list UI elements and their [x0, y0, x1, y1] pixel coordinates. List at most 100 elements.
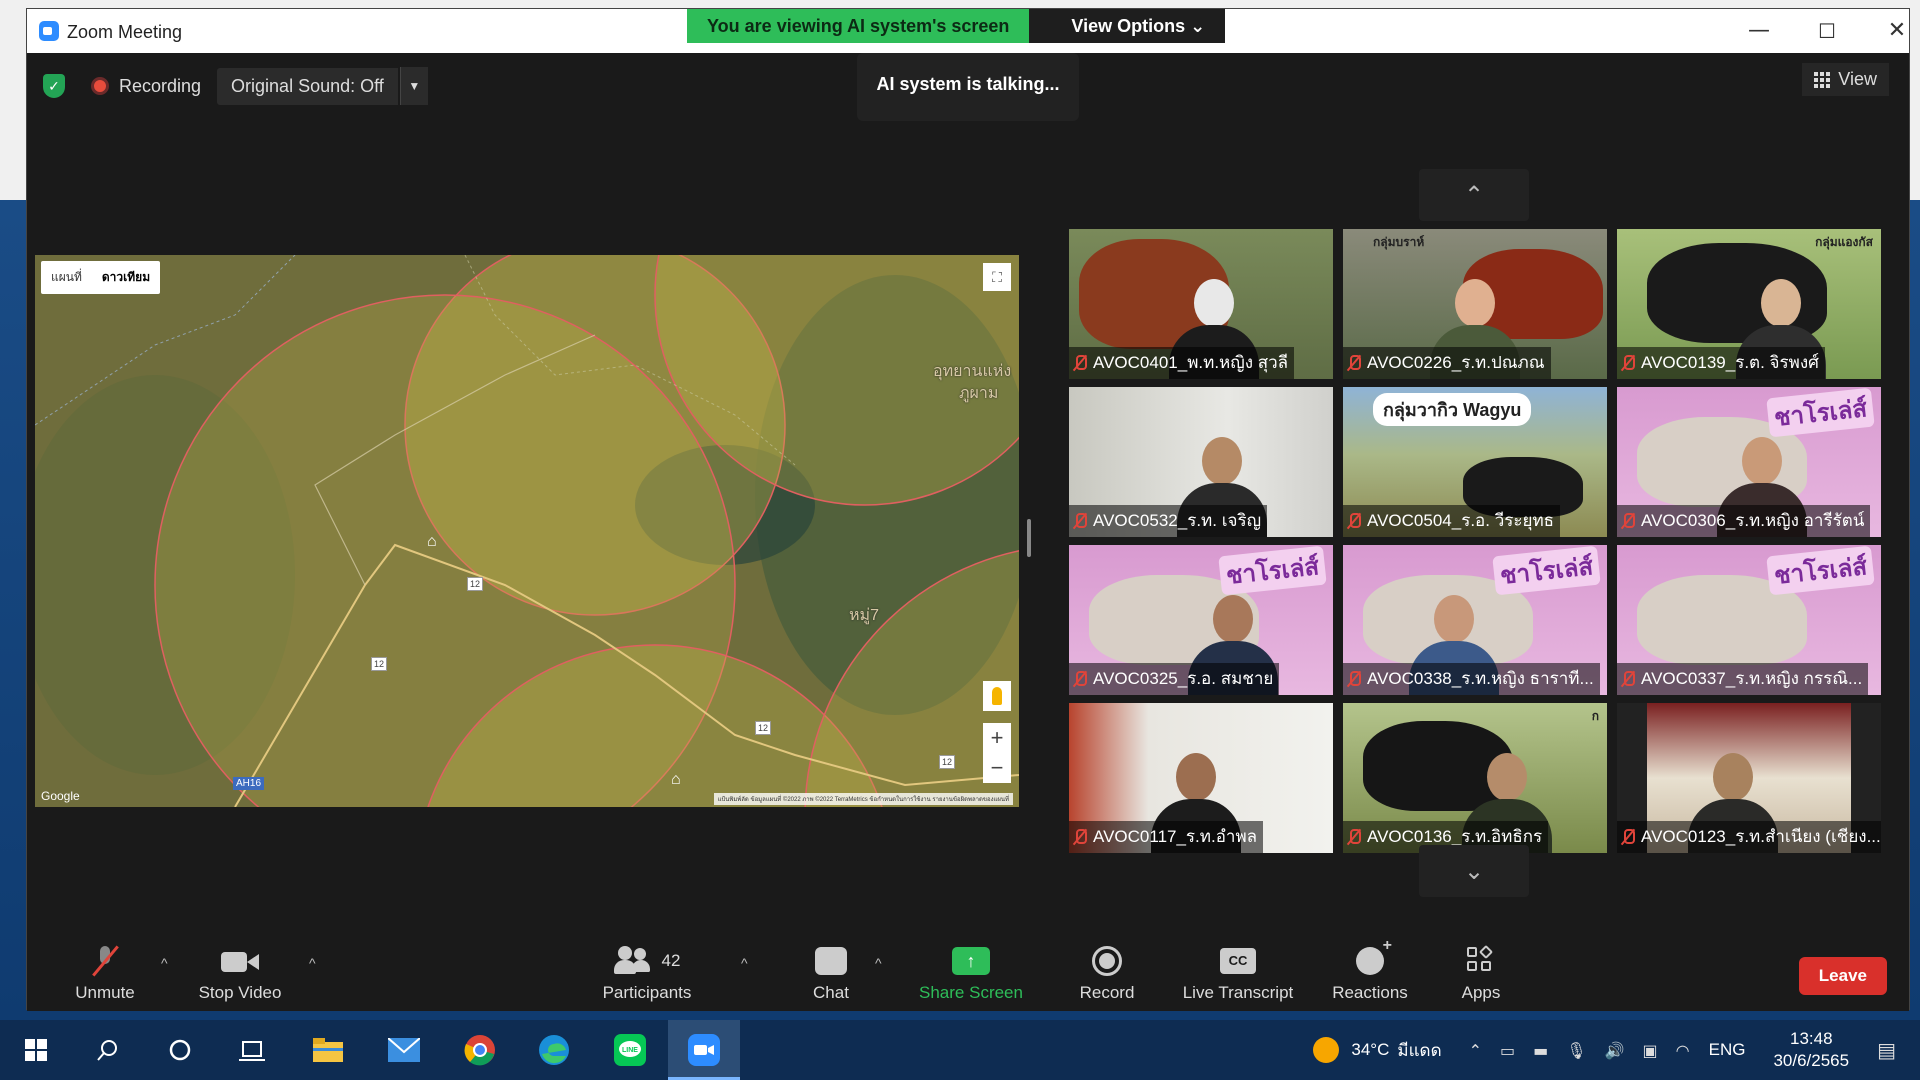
participant-name-label: AVOC0226_ร.ท.ปณภณ	[1343, 347, 1551, 379]
participant-tile[interactable]: ชาโรเล่ส์ AVOC0306_ร.ท.หญิง อารีรัตน์	[1617, 387, 1881, 537]
view-button[interactable]: View	[1802, 63, 1889, 96]
microphone-icon[interactable]: 🎙	[1566, 1041, 1586, 1060]
search-icon[interactable]	[88, 1030, 128, 1070]
live-transcript-button[interactable]: CC Live Transcript	[1173, 943, 1303, 1003]
wifi-icon[interactable]: ◠	[1676, 1041, 1690, 1060]
viewing-screen-label: You are viewing AI system's screen	[687, 9, 1030, 43]
line-app-icon[interactable]: LINE	[610, 1030, 650, 1070]
zoom-taskbar-icon[interactable]	[684, 1030, 724, 1070]
share-screen-button[interactable]: ↑ Share Screen	[911, 943, 1031, 1003]
participant-tile[interactable]: ก AVOC0136_ร.ท.อิทธิกร	[1343, 703, 1607, 853]
show-hidden-icons[interactable]: ⌃	[1469, 1041, 1482, 1060]
participant-tile[interactable]: กลุ่มวากิว Wagyu AVOC0504_ร.อ. วีระยุทธ	[1343, 387, 1607, 537]
meeting-toolbar: Unmute ^ Stop Video ^ 42 Participants ^ …	[27, 935, 1909, 1011]
leave-button[interactable]: Leave	[1798, 957, 1887, 995]
road-marker: 12	[371, 657, 388, 671]
zoom-window: Zoom Meeting — ☐ ✕ You are viewing AI sy…	[26, 8, 1910, 1011]
chevron-down-icon: ⌄	[1190, 16, 1206, 36]
zoom-in-button[interactable]: +	[983, 723, 1011, 753]
mic-muted-icon	[1621, 670, 1635, 688]
zoom-out-button[interactable]: −	[983, 753, 1011, 783]
participant-tile[interactable]: AVOC0117_ร.ท.อำพล	[1069, 703, 1333, 853]
map-zoom-controls: + −	[983, 723, 1011, 783]
shared-map[interactable]: แผนที่ ดาวเทียม ⛶ อุทยานแห่ง ภูผาม หมู่7…	[35, 255, 1019, 807]
file-explorer-icon[interactable]	[308, 1030, 348, 1070]
participant-name-label: AVOC0338_ร.ท.หญิง ธาราที...	[1343, 663, 1600, 695]
participant-tile[interactable]: ชาโรเล่ส์ AVOC0337_ร.ท.หญิง กรรณิ...	[1617, 545, 1881, 695]
participant-tile[interactable]: ชาโรเล่ส์ AVOC0325_ร.อ. สมชาย	[1069, 545, 1333, 695]
participant-name-label: AVOC0504_ร.อ. วีระยุทธ	[1343, 505, 1561, 537]
mic-muted-icon	[1347, 670, 1361, 688]
window-title: Zoom Meeting	[67, 22, 183, 42]
volume-icon[interactable]: 🔊	[1605, 1041, 1625, 1060]
view-options-button[interactable]: View Options ⌄	[1029, 9, 1226, 43]
map-place-label: หมู่7	[849, 607, 879, 624]
participants-options-caret[interactable]: ^	[741, 955, 748, 971]
chat-label: Chat	[813, 983, 849, 1002]
map-overlay	[35, 255, 1019, 807]
close-button[interactable]: ✕	[1869, 15, 1920, 47]
map-terms[interactable]: แป้นพิมพ์ลัด ข้อมูลแผนที่ ©2022 ภาพ ©202…	[713, 793, 1013, 805]
mic-muted-icon	[1073, 512, 1087, 530]
participant-tile[interactable]: กลุ่มแองกัส AVOC0139_ร.ต. จิรพงศ์	[1617, 229, 1881, 379]
clock-time: 13:48	[1790, 1029, 1833, 1048]
recording-label[interactable]: Recording	[119, 76, 201, 97]
gallery-page-up-button[interactable]: ⌃	[1419, 169, 1529, 221]
clock-date: 30/6/2565	[1773, 1051, 1850, 1070]
security-shield-icon[interactable]: ✓	[43, 74, 65, 98]
record-button[interactable]: Record	[1057, 943, 1157, 1003]
home-icon: ⌂	[427, 533, 437, 550]
recording-indicator-icon	[91, 77, 109, 95]
windows-start-icon[interactable]	[16, 1030, 56, 1070]
reactions-button[interactable]: Reactions	[1317, 937, 1423, 1003]
minimize-button[interactable]: —	[1731, 15, 1787, 47]
task-view-icon[interactable]	[232, 1030, 272, 1070]
temperature[interactable]: 34°C	[1351, 1040, 1389, 1060]
edge-icon[interactable]	[534, 1030, 574, 1070]
original-sound-button[interactable]: Original Sound: Off	[217, 67, 398, 105]
video-options-caret[interactable]: ^	[309, 955, 316, 971]
share-screen-label: Share Screen	[919, 983, 1023, 1002]
participant-name-label: AVOC0532_ร.ท. เจริญ	[1069, 505, 1268, 537]
participant-tile[interactable]: AVOC0123_ร.ท.สำเนียง (เชียง...	[1617, 703, 1881, 853]
talking-indicator: AI system is talking...	[857, 53, 1079, 121]
unmute-button[interactable]: Unmute	[57, 943, 153, 1003]
grid-view-icon	[1814, 71, 1831, 88]
input-language[interactable]: ENG	[1709, 1040, 1746, 1060]
participant-tile[interactable]: ชาโรเล่ส์ AVOC0338_ร.ท.หญิง ธาราที...	[1343, 545, 1607, 695]
stop-video-button[interactable]: Stop Video	[185, 943, 295, 1003]
participants-label: Participants	[602, 983, 692, 1002]
clock[interactable]: 13:48 30/6/2565	[1773, 1028, 1849, 1072]
participant-tile[interactable]: AVOC0532_ร.ท. เจริญ	[1069, 387, 1333, 537]
chat-options-caret[interactable]: ^	[875, 955, 882, 971]
mail-icon[interactable]	[384, 1030, 424, 1070]
view-label: View	[1838, 69, 1877, 89]
cortana-icon[interactable]	[160, 1030, 200, 1070]
weather-condition[interactable]: มีแดด	[1397, 1037, 1441, 1064]
gallery-page-down-button[interactable]: ⌄	[1419, 845, 1529, 897]
tab-satellite[interactable]: ดาวเทียม	[92, 261, 160, 294]
participant-tile[interactable]: กลุ่มบราห์ AVOC0226_ร.ท.ปณภณ	[1343, 229, 1607, 379]
participants-button[interactable]: 42 Participants	[587, 943, 707, 1003]
maximize-button[interactable]: ☐	[1799, 15, 1855, 47]
audio-options-caret[interactable]: ^	[161, 955, 168, 971]
chat-button[interactable]: Chat	[791, 943, 871, 1003]
street-view-pegman-icon[interactable]	[983, 681, 1011, 711]
original-sound-dropdown[interactable]: ▼	[399, 67, 428, 105]
fullscreen-icon[interactable]: ⛶	[983, 263, 1011, 291]
reactions-label: Reactions	[1332, 983, 1408, 1002]
road-marker: 12	[755, 721, 772, 735]
security-icon[interactable]: ▣	[1643, 1041, 1658, 1060]
battery-icon[interactable]: ▬	[1533, 1041, 1548, 1060]
participant-tile[interactable]: AVOC0401_พ.ท.หญิง สุวลี	[1069, 229, 1333, 379]
notifications-icon[interactable]: ▤	[1877, 1038, 1896, 1062]
tab-map[interactable]: แผนที่	[41, 261, 92, 294]
meet-now-icon[interactable]: ▭	[1500, 1041, 1515, 1060]
apps-button[interactable]: Apps	[1441, 943, 1521, 1003]
participant-name-label: AVOC0401_พ.ท.หญิง สุวลี	[1069, 347, 1295, 379]
map-type-tabs: แผนที่ ดาวเทียม	[41, 261, 161, 294]
weather-sun-icon[interactable]	[1313, 1037, 1340, 1063]
split-divider-handle[interactable]	[1027, 519, 1031, 557]
chrome-icon[interactable]	[460, 1030, 500, 1070]
apps-label: Apps	[1461, 983, 1501, 1002]
